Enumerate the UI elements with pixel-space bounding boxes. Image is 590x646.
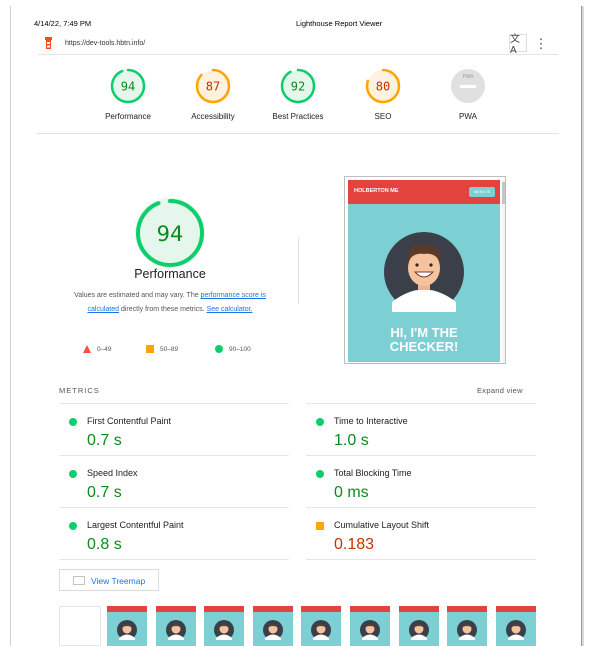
screenshot-scroll-thumb (502, 182, 505, 204)
filmstrip-frame (398, 606, 439, 646)
pwa-badge-text: PWA (462, 74, 474, 80)
section-separator (298, 238, 299, 304)
report-url-bar: https://dev-tools.hbtn.info/ 文A ⋮ (38, 32, 558, 56)
gauge-score: 92 (291, 80, 305, 94)
avatar-thumbnail (214, 620, 235, 640)
metric-value: 1.0 s (334, 432, 369, 449)
gauge-performance[interactable]: 94 Performance (83, 66, 173, 121)
avatar-illustration (384, 232, 464, 312)
pass-circle-icon (316, 418, 324, 426)
filmstrip-frame (252, 606, 293, 646)
metric-value: 0.7 s (87, 484, 122, 501)
avatar-thumbnail (505, 620, 526, 640)
gauge-score: 87 (206, 80, 220, 94)
metric-time-to-interactive: Time to Interactive 1.0 s (306, 407, 536, 459)
gauge-label: Accessibility (191, 112, 235, 121)
metric-cumulative-layout-shift: Cumulative Layout Shift 0.183 (306, 511, 536, 563)
translate-icon[interactable]: 文A (509, 34, 527, 56)
avatar-thumbnail (117, 620, 137, 640)
circle-icon (215, 345, 223, 353)
view-treemap-button[interactable]: View Treemap (59, 569, 159, 591)
view-treemap-label: View Treemap (91, 576, 146, 586)
screenshot-brand: HOLBERTON ME (354, 188, 399, 194)
metric-value: 0.183 (334, 536, 375, 553)
gauge-label: SEO (374, 112, 392, 121)
gauge-seo[interactable]: 80 SEO (338, 66, 428, 121)
gauge-score: 94 (121, 80, 135, 94)
pwa-dash-icon (460, 85, 476, 88)
gauge-label: Best Practices (272, 112, 324, 121)
performance-heading: Performance (134, 267, 206, 281)
metric-value: 0.7 s (87, 432, 122, 449)
metric-value: 0 ms (334, 484, 369, 501)
metric-largest-contentful-paint: Largest Contentful Paint 0.8 s (59, 511, 289, 563)
average-square-icon (316, 522, 324, 530)
final-screenshot: HOLBERTON ME MENU ☰ HI, I'M THE CHECKER! (344, 176, 506, 364)
pass-circle-icon (69, 418, 77, 426)
metrics-heading: METRICS (59, 386, 100, 395)
screenshot-scrollbar (502, 180, 505, 362)
metric-name: First Contentful Paint (87, 416, 172, 426)
legend-pass: 90–100 (215, 345, 251, 353)
print-date: 4/14/22, 7:49 PM (34, 19, 92, 28)
report-url[interactable]: https://dev-tools.hbtn.info/ (65, 40, 145, 47)
metric-name: Time to Interactive (334, 416, 408, 426)
filmstrip-frame (301, 606, 342, 646)
legend-fail: 0–49 (83, 345, 111, 353)
performance-score-large: 94 (157, 222, 184, 246)
filmstrip-frame (107, 606, 147, 646)
avatar-thumbnail (311, 620, 332, 640)
filmstrip-frame (447, 606, 488, 646)
expand-view-toggle[interactable]: Expand view (477, 386, 523, 395)
calculator-link[interactable]: See calculator. (207, 306, 253, 313)
avatar-thumbnail (457, 620, 478, 640)
gauge-accessibility[interactable]: 87 Accessibility (168, 66, 258, 121)
performance-description: Values are estimated and may vary. The p… (74, 292, 266, 313)
avatar-thumbnail (262, 620, 283, 640)
legend-average: 50–89 (146, 345, 178, 353)
screenshot-navbar: HOLBERTON ME MENU ☰ (348, 180, 500, 204)
square-icon (146, 345, 154, 353)
gauge-label: Performance (105, 112, 151, 121)
treemap-icon (73, 576, 85, 585)
filmstrip-frame (495, 606, 536, 646)
metric-total-blocking-time: Total Blocking Time 0 ms (306, 459, 536, 511)
gauge-score: 80 (376, 80, 390, 94)
print-title: Lighthouse Report Viewer (296, 19, 383, 28)
triangle-icon (83, 345, 91, 353)
screenshot-headline: HI, I'M THE CHECKER! (389, 325, 459, 354)
metric-name: Total Blocking Time (334, 468, 412, 478)
avatar-thumbnail (165, 620, 186, 640)
gauge-pwa[interactable]: PWA PWA (423, 66, 513, 121)
filmstrip-frame (155, 606, 196, 646)
filmstrip-frame (204, 606, 245, 646)
metric-name: Largest Contentful Paint (87, 520, 184, 530)
metric-divider (59, 403, 289, 404)
metric-name: Cumulative Layout Shift (334, 520, 430, 530)
metric-divider (306, 403, 536, 404)
filmstrip-frame (350, 606, 390, 646)
filmstrip-frame-blank (59, 606, 101, 646)
lighthouse-logo-icon (45, 37, 52, 49)
metric-first-contentful-paint: First Contentful Paint 0.7 s (59, 407, 289, 459)
metric-value: 0.8 s (87, 536, 122, 553)
metric-name: Speed Index (87, 468, 138, 478)
gauges-divider (37, 133, 559, 134)
filmstrip (59, 606, 537, 646)
screenshot-menu-button: MENU ☰ (469, 187, 495, 197)
pass-circle-icon (69, 470, 77, 478)
gauge-best-practices[interactable]: 92 Best Practices (253, 66, 343, 121)
avatar-thumbnail (360, 620, 380, 640)
pass-circle-icon (316, 470, 324, 478)
gauge-label: PWA (459, 112, 477, 121)
more-options-icon[interactable]: ⋮ (532, 34, 550, 52)
avatar-thumbnail (408, 620, 429, 640)
pass-circle-icon (69, 522, 77, 530)
metric-speed-index: Speed Index 0.7 s (59, 459, 289, 511)
